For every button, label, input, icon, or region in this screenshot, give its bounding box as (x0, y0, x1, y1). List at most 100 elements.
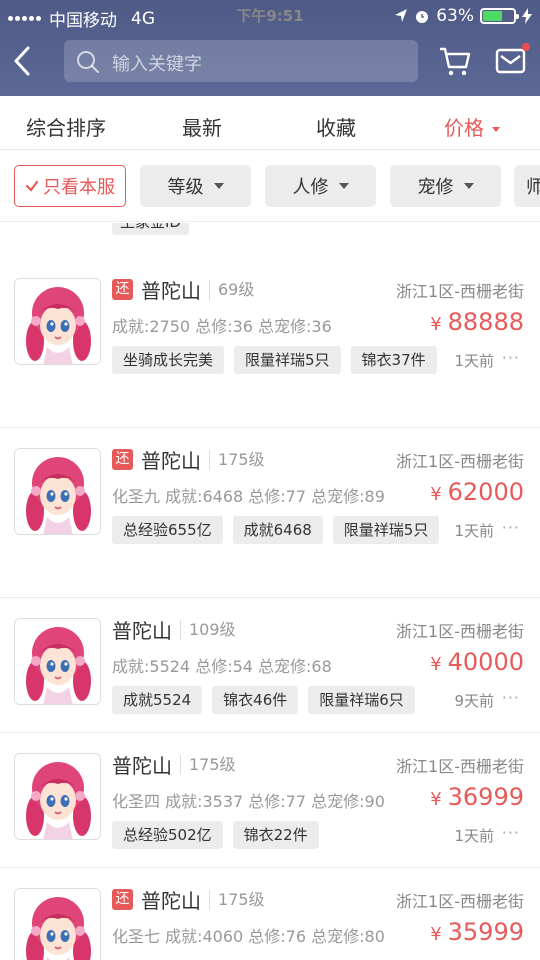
tab-price[interactable]: 价格 (444, 112, 500, 141)
school-name: 普陀山 (112, 754, 172, 778)
list-item[interactable]: 还普陀山 69级 浙江1区-西栅老街成就:2750 总修:36 总宠修:36 ¥888… (0, 258, 540, 428)
level-label: 175级 (179, 755, 236, 775)
unread-dot (522, 43, 530, 51)
alarm-icon (416, 11, 429, 23)
level-label: 175级 (208, 450, 265, 470)
battery-icon (480, 8, 519, 24)
status-bar: 中国移动 4G 下午9:51 63% (0, 0, 540, 32)
filter-cultivation[interactable]: 人修 (265, 165, 376, 207)
price: ¥40000 (430, 648, 524, 676)
top-header: 中国移动 4G 下午9:51 63% 输入关键字 (0, 0, 540, 96)
tag: 成就5524 (112, 686, 203, 714)
stats-text: 化圣九 成就:6468 总修:77 总宠修:89 (112, 487, 385, 506)
stats-text: 成就:2750 总修:36 总宠修:36 (112, 317, 332, 336)
list-item[interactable]: 还普陀山 175级 浙江1区-西栅老街 化圣九 成就:6468 总修:77 总宠修:8… (0, 428, 540, 598)
character-avatar (14, 888, 101, 960)
price: ¥36999 (430, 783, 524, 811)
character-avatar (14, 753, 101, 840)
dropdown-icon (338, 183, 349, 189)
filter-level[interactable]: 等级 (140, 165, 251, 207)
sort-bar: 综合排序 最新 收藏 价格 (0, 100, 540, 150)
tag: 限量祥瑞6只 (308, 686, 415, 714)
school-name: 普陀山 (141, 449, 201, 473)
filter-bar: 只看本服 等级 人修 宠修 师 (0, 150, 540, 222)
tag: 王家金ID (112, 223, 189, 235)
server-label: 浙江1区-西栅老街 (396, 892, 524, 911)
posted-time: 1天前 (454, 352, 494, 370)
more-icon[interactable]: ··· (502, 348, 520, 367)
level-label: 175级 (208, 890, 265, 910)
filter-cultivation-label: 人修 (292, 177, 329, 198)
filter-level-label: 等级 (167, 177, 204, 198)
search-icon (77, 51, 99, 73)
list-item[interactable]: 普陀山 109级 浙江1区-西栅老街 成就:5524 总修:54 总宠修:68 ¥400… (0, 598, 540, 733)
tag: 成就6468 (232, 516, 323, 544)
stats-text: 成就:5524 总修:54 总宠修:68 (112, 657, 332, 676)
tag: 限量祥瑞5只 (234, 346, 341, 374)
stats-text: 化圣四 成就:3537 总修:77 总宠修:90 (112, 792, 385, 811)
filter-pet-cultivation-label: 宠修 (417, 177, 454, 198)
filter-pet-cultivation[interactable]: 宠修 (390, 165, 501, 207)
check-icon (25, 180, 39, 192)
tag: 限量祥瑞5只 (332, 516, 440, 544)
only-this-server-label: 只看本服 (43, 177, 115, 198)
only-this-server-button[interactable]: 只看本服 (14, 165, 126, 207)
school-name: 普陀山 (141, 279, 201, 303)
currency-symbol: ¥ (430, 484, 442, 505)
tab-favorites[interactable]: 收藏 (316, 112, 356, 141)
charging-icon (522, 8, 532, 24)
list-item[interactable]: 普陀山 175级 浙江1区-西栅老街 化圣四 成就:3537 总修:77 总宠修:90… (0, 733, 540, 868)
search-input[interactable]: 输入关键字 (64, 40, 418, 82)
posted-time: 9天前 (454, 692, 494, 710)
more-icon[interactable]: ··· (502, 688, 520, 707)
price-value: 35999 (447, 918, 524, 946)
currency-symbol: ¥ (430, 789, 442, 810)
more-icon[interactable]: ··· (502, 518, 520, 537)
tag: 锦衣37件 (350, 346, 437, 374)
server-label: 浙江1区-西栅老街 (396, 282, 524, 301)
location-icon (395, 9, 408, 22)
school-name: 普陀山 (112, 619, 172, 643)
message-button[interactable] (494, 43, 530, 78)
character-avatar (14, 618, 101, 705)
tab-comprehensive[interactable]: 综合排序 (26, 112, 106, 141)
more-icon[interactable]: ··· (502, 823, 520, 842)
character-avatar (14, 278, 101, 365)
list-item[interactable]: 还普陀山 175级 浙江1区-西栅老街 化圣七 成就:4060 总修:76 总宠修:8… (0, 868, 540, 960)
bargain-badge: 还 (112, 449, 133, 470)
level-label: 69级 (208, 280, 254, 300)
price-value: 62000 (447, 478, 524, 506)
server-label: 浙江1区-西栅老街 (396, 757, 524, 776)
school-name: 普陀山 (141, 889, 201, 913)
currency-symbol: ¥ (430, 654, 442, 675)
tag: 总经验655亿 (112, 516, 223, 544)
tag: 锦衣46件 (212, 686, 299, 714)
tab-newest[interactable]: 最新 (182, 112, 222, 141)
price-value: 40000 (447, 648, 524, 676)
filter-school[interactable]: 师 (514, 165, 540, 207)
stats-text: 化圣七 成就:4060 总修:76 总宠修:80 (112, 927, 385, 946)
search-placeholder: 输入关键字 (112, 54, 202, 75)
price-value: 88888 (447, 308, 524, 336)
tag: 坐骑成长完美 (112, 346, 225, 374)
listing: 王家金ID 还普陀山69级浙江1区-西栅老街成就:2750 总修:36 总宠修:… (0, 223, 540, 960)
back-icon[interactable] (10, 44, 36, 78)
character-avatar (14, 448, 101, 535)
tab-price-label: 价格 (444, 116, 484, 140)
price: ¥88888 (430, 308, 524, 336)
currency-symbol: ¥ (430, 314, 442, 335)
cart-icon[interactable] (438, 44, 472, 78)
posted-time: 1天前 (454, 522, 494, 540)
dropdown-icon (463, 183, 474, 189)
posted-time: 1天前 (454, 827, 494, 845)
price-value: 36999 (447, 783, 524, 811)
bargain-badge: 还 (112, 279, 133, 300)
currency-symbol: ¥ (430, 924, 442, 945)
server-label: 浙江1区-西栅老街 (396, 622, 524, 641)
price: ¥35999 (430, 918, 524, 946)
server-label: 浙江1区-西栅老街 (396, 452, 524, 471)
battery-percent: 63% (436, 6, 474, 26)
tag: 锦衣22件 (232, 821, 319, 849)
sort-caret-icon (492, 127, 500, 132)
price: ¥62000 (430, 478, 524, 506)
